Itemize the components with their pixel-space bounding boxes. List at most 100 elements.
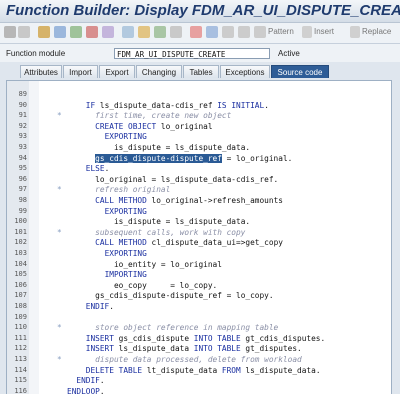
function-module-field[interactable]: FDM_AR_UI_DISPUTE_CREATE [114,48,270,59]
code-token: . [104,164,110,174]
code-line[interactable]: 102 CALL METHOD cl_dispute_data_ui=>get_… [7,237,391,248]
comment-token: store object reference in mapping table [67,323,279,333]
code-line[interactable]: 91 * first time, create new object [7,110,391,121]
code-line[interactable]: 103 EXPORTING [7,248,391,259]
code-line[interactable]: 115 ENDIF. [7,375,391,386]
navigation-window-icon[interactable] [154,26,166,38]
line-number: 115 [14,376,27,385]
keyword-token: EXPORTING [104,206,147,216]
code-line[interactable]: 113 * dispute data processed, delete from… [7,354,391,365]
tab-strip: Attributes Import Export Changing Tables… [0,63,400,79]
tab-exceptions[interactable]: Exceptions [220,65,270,78]
code-token: eo_copy = lo_copy. [113,280,218,290]
check-icon[interactable] [70,26,82,38]
keyword-token: IF [85,100,100,110]
replace-icon[interactable] [350,26,360,38]
line-number: 92 [18,121,27,130]
comment-token: refresh original [67,185,171,195]
activate-icon[interactable] [86,26,98,38]
forward-arrow-icon[interactable] [18,26,30,38]
code-line[interactable]: 107 gs_cdis_dispute-dispute_ref = lo_cop… [7,290,391,301]
indentation [67,122,95,131]
test-icon[interactable] [102,26,114,38]
line-number: 91 [18,111,27,120]
code-text: INSERT gs_cdis_dispute INTO TABLE gt_cdi… [67,333,325,344]
code-token: gt_disputes. [245,344,302,354]
indentation [67,344,86,353]
cut-icon[interactable] [222,26,234,38]
code-text: lo_original = ls_dispute_data-cdis_ref. [67,174,278,185]
code-line[interactable]: 104 io_entity = lo_original [7,259,391,270]
line-number: 109 [14,312,27,321]
tab-source-code[interactable]: Source code [271,65,329,78]
code-line[interactable]: 95 ELSE. [7,163,391,174]
line-number: 105 [14,270,27,279]
code-line[interactable]: 96 lo_original = ls_dispute_data-cdis_re… [7,174,391,185]
code-text: CREATE OBJECT lo_original [67,121,212,132]
replace-button[interactable]: Replace [362,27,391,36]
comment-marker: * [57,355,62,364]
code-line[interactable]: 110 * store object reference in mapping t… [7,322,391,333]
display-change-icon[interactable] [54,26,66,38]
breakpoint-icon[interactable] [190,26,202,38]
application-toolbar: Pattern Insert Replace [0,23,400,44]
code-line[interactable]: 93 EXPORTING [7,131,391,142]
other-object-icon[interactable] [38,26,50,38]
code-line[interactable]: 109 [7,312,391,323]
tab-export[interactable]: Export [99,65,135,78]
tab-tables[interactable]: Tables [183,65,219,78]
indentation [67,366,86,375]
code-line[interactable]: 90 IF ls_dispute_data-cdis_ref IS INITIA… [7,100,391,111]
comment-marker: * [57,323,62,333]
where-used-icon[interactable] [122,26,134,38]
code-line[interactable]: 98 CALL METHOD lo_original->refresh_amou… [7,195,391,206]
code-text: io_entity = lo_original [67,259,222,270]
tab-import[interactable]: Import [63,65,98,78]
selected-token: gs_cdis_dispute-dispute_ref [95,153,222,163]
code-line[interactable]: 92 CREATE OBJECT lo_original [7,121,391,132]
line-number: 96 [18,174,27,183]
code-line[interactable]: 99 EXPORTING [7,206,391,217]
code-text: ENDIF. [67,375,104,386]
code-text: is_dispute = ls_dispute_data. [67,142,250,153]
code-line[interactable]: 97 * refresh original [7,184,391,195]
title-bar: Function Builder: Display FDM_AR_UI_DISP… [0,0,400,23]
code-line[interactable]: 89 [7,89,391,100]
comment-token: subsequent calls, work with copy [67,227,246,237]
tab-attributes[interactable]: Attributes [20,65,62,78]
code-line[interactable]: 100 is_dispute = ls_dispute_data. [7,216,391,227]
code-line[interactable]: 114 DELETE TABLE lt_dispute_data FROM ls… [7,365,391,376]
comment-token: dispute data processed, delete from work… [67,355,302,364]
code-text: first time, create new object [67,110,231,121]
keyword-token: ELSE [85,164,105,174]
source-code-editor[interactable]: 89 90 IF ls_dispute_data-cdis_ref IS INIT… [6,80,392,394]
code-line[interactable]: 106 eo_copy = lo_copy. [7,280,391,291]
code-line[interactable]: 93 is_dispute = ls_dispute_data. [7,142,391,153]
code-text: EXPORTING [67,248,147,259]
code-line[interactable]: 112 INSERT ls_dispute_data INTO TABLE gt… [7,343,391,354]
pattern-button[interactable]: Pattern [268,27,294,36]
line-number: 100 [14,217,27,226]
info-icon[interactable] [206,26,218,38]
code-token: is_dispute = ls_dispute_data. [113,143,251,152]
line-number: 97 [18,185,27,194]
code-token: gs_cdis_dispute-dispute_ref = lo_copy. [95,291,274,301]
copy-icon[interactable] [238,26,250,38]
insert-button[interactable]: Insert [314,27,334,36]
paste-icon[interactable] [254,26,266,38]
indentation [67,249,105,258]
code-line[interactable]: 108 ENDIF. [7,301,391,312]
code-text: gs_cdis_dispute-dispute_ref = lo_copy. [67,290,274,301]
code-line[interactable]: 94 gs_cdis_dispute-dispute_ref = lo_orig… [7,153,391,164]
code-text: DELETE TABLE lt_dispute_data FROM ls_dis… [67,365,321,376]
enhance-icon[interactable] [170,26,182,38]
code-line[interactable]: 105 IMPORTING [7,269,391,280]
code-line[interactable]: 101 * subsequent calls, work with copy [7,227,391,238]
code-token: ls_dispute_data. [245,365,321,375]
insert-icon[interactable] [302,26,312,38]
display-object-list-icon[interactable] [138,26,150,38]
code-line[interactable]: 111 INSERT gs_cdis_dispute INTO TABLE gt… [7,333,391,344]
keyword-token: CALL METHOD [95,196,152,205]
tab-changing[interactable]: Changing [136,65,182,78]
back-arrow-icon[interactable] [4,26,16,38]
